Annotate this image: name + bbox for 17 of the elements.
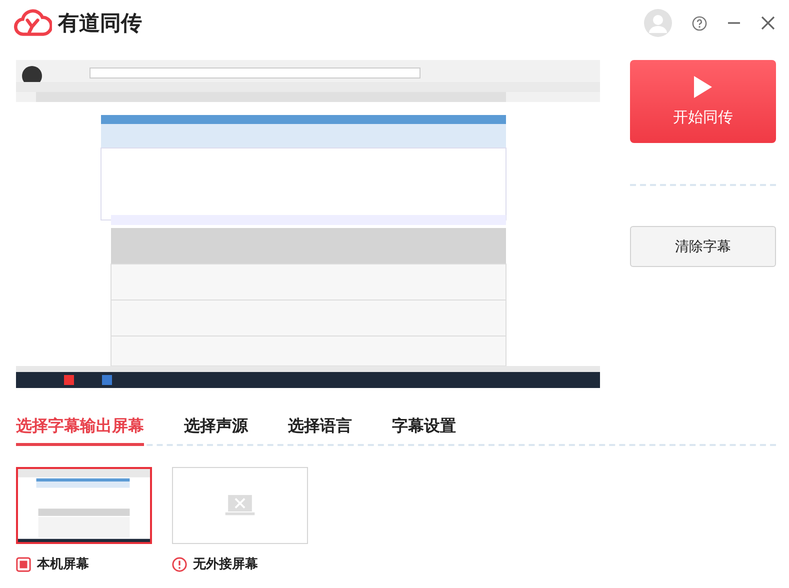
- warning-icon: [172, 556, 187, 572]
- tab[interactable]: 选择声源: [184, 406, 248, 446]
- close-icon[interactable]: [761, 16, 775, 30]
- no-display-icon: [225, 494, 255, 516]
- screen-label: 无外接屏幕: [193, 556, 258, 573]
- cloud-logo-icon: [14, 8, 52, 38]
- play-icon: [694, 76, 712, 98]
- app-title: 有道同传: [58, 10, 142, 37]
- empty-screen-thumbnail[interactable]: [172, 467, 308, 544]
- screen-status-icon: [16, 556, 31, 572]
- start-button[interactable]: 开始同传: [630, 60, 776, 143]
- tab[interactable]: 选择语言: [288, 406, 352, 446]
- tab[interactable]: 字幕设置: [392, 406, 456, 446]
- screen-label: 本机屏幕: [37, 556, 89, 573]
- clear-captions-button[interactable]: 清除字幕: [630, 226, 776, 267]
- help-icon[interactable]: [692, 16, 707, 30]
- tab[interactable]: 选择字幕输出屏幕: [16, 406, 144, 446]
